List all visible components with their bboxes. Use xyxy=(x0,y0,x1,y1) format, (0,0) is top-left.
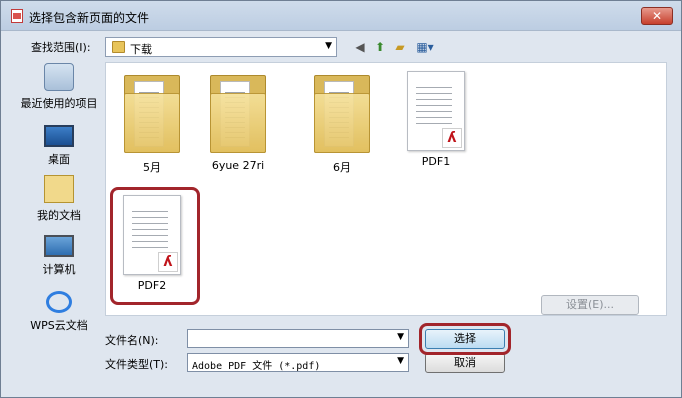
place-documents[interactable]: 我的文档 xyxy=(17,175,101,223)
folder-item[interactable]: 5月 xyxy=(106,69,198,175)
filetype-label: 文件类型(T): xyxy=(105,358,169,371)
folder-icon xyxy=(206,69,270,155)
place-label: 桌面 xyxy=(48,153,70,166)
recent-items-icon xyxy=(44,63,74,91)
file-open-dialog: 选择包含新页面的文件 ✕ 查找范围(I): 下载 ▼ ◀ ⬆ ▰ ▦▾ 最近使用… xyxy=(0,0,682,398)
view-menu-icon[interactable]: ▦▾ xyxy=(411,38,439,56)
file-name: 5月 xyxy=(143,161,161,174)
folder-icon xyxy=(112,41,125,53)
folder-icon xyxy=(310,69,374,155)
chevron-down-icon[interactable]: ▼ xyxy=(397,332,404,342)
file-name: PDF1 xyxy=(421,155,451,168)
place-desktop[interactable]: 桌面 xyxy=(17,121,101,167)
pdf-app-icon xyxy=(11,9,23,23)
cloud-icon xyxy=(46,291,72,313)
filename-field[interactable]: ▼ xyxy=(187,329,409,348)
chevron-down-icon: ▼ xyxy=(397,356,404,366)
settings-button: 设置(E)... xyxy=(541,295,639,315)
new-folder-icon[interactable]: ▰ xyxy=(391,38,409,56)
back-icon[interactable]: ◀ xyxy=(351,38,369,56)
up-folder-icon[interactable]: ⬆ xyxy=(371,38,389,56)
place-recent[interactable]: 最近使用的项目 xyxy=(17,63,101,111)
filetype-value: Adobe PDF 文件 (*.pdf) xyxy=(192,361,321,372)
file-list[interactable]: 5月 6yue 27ri 6月 ʎ PDF1 ʎ PDF2 xyxy=(105,62,667,316)
place-label: 计算机 xyxy=(42,263,76,276)
filename-input[interactable] xyxy=(188,330,388,347)
documents-icon xyxy=(44,175,74,203)
file-name: 6月 xyxy=(333,161,351,174)
place-label: WPS云文档 xyxy=(30,319,88,332)
places-bar: 最近使用的项目 桌面 我的文档 计算机 WPS云文档 xyxy=(17,61,101,333)
pdf-file-icon: ʎ xyxy=(407,71,465,151)
look-in-dropdown[interactable]: 下载 ▼ xyxy=(105,37,337,57)
cancel-button[interactable]: 取消 xyxy=(425,353,505,373)
place-label: 最近使用的项目 xyxy=(20,97,98,110)
place-label: 我的文档 xyxy=(37,209,81,222)
folder-item[interactable]: 6yue 27ri xyxy=(192,69,284,172)
place-computer[interactable]: 计算机 xyxy=(17,231,101,277)
selection-highlight xyxy=(110,187,200,305)
look-in-value: 下载 xyxy=(130,43,152,56)
place-wps-cloud[interactable]: WPS云文档 xyxy=(17,287,101,333)
file-name: 6yue 27ri xyxy=(211,159,265,172)
chevron-down-icon: ▼ xyxy=(325,41,332,51)
look-in-label: 查找范围(I): xyxy=(31,41,91,54)
close-button[interactable]: ✕ xyxy=(641,7,673,25)
dialog-title: 选择包含新页面的文件 xyxy=(29,11,150,25)
button-highlight xyxy=(419,323,511,355)
folder-icon xyxy=(120,69,184,155)
filename-label: 文件名(N): xyxy=(105,334,159,347)
acrobat-icon: ʎ xyxy=(442,128,462,148)
filetype-dropdown[interactable]: Adobe PDF 文件 (*.pdf) ▼ xyxy=(187,353,409,372)
desktop-icon xyxy=(44,125,74,147)
folder-item[interactable]: 6月 xyxy=(296,69,388,175)
computer-icon xyxy=(44,235,74,257)
title-bar: 选择包含新页面的文件 ✕ xyxy=(1,1,681,31)
pdf-file-item[interactable]: ʎ PDF1 xyxy=(390,71,482,168)
